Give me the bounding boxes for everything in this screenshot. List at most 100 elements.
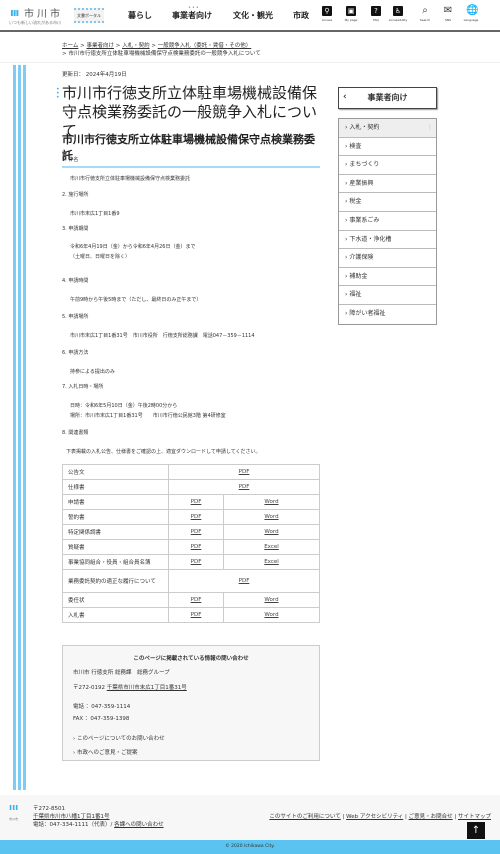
sidebar-item[interactable]: › まちづくり [339,156,436,175]
section-text: 下表掲載の入札公告、仕様書をご確認の上、適宜ダウンロードして申請してください。 [66,449,261,455]
search-icon: ⌕ [422,5,428,16]
faq-icon: ? [371,6,381,16]
download-word-link[interactable]: Word [264,529,278,535]
contact-address-link[interactable]: 千葉県市川市末広1丁目1番31号 [107,685,187,691]
download-pdf-link[interactable]: PDF [191,529,202,535]
section-text: 場所：市川市末広1丁目1番31号 市川市行徳公民館3階 第4研修室 [70,413,226,419]
section-text: （土曜日、日曜日を除く） [70,254,131,260]
logo-name[interactable]: 市川市 [24,5,63,20]
section-heading: 2. 施行場所 [62,192,89,198]
contact-opinion-link[interactable]: › 市政へのご意見・ご提案 [73,748,137,756]
contact-opinion-link-label[interactable]: 市政へのご意見・ご提案 [77,750,138,756]
download-pdf-link[interactable]: PDF [191,612,202,618]
document-label: 質疑書 [62,539,169,555]
sns-label: SNS [444,18,452,22]
download-excel-link[interactable]: Excel [264,559,279,565]
sidebar-item-label: 障がい者福祉 [349,309,386,317]
download-pdf-link[interactable]: PDF [239,484,250,490]
sidebar-item[interactable]: › 入札・契約 ⋮ [339,119,436,138]
table-row: 特定関係調書 PDF Word [62,524,320,540]
section-heading: 3. 申請期間 [62,226,89,232]
document-cell: PDF [168,524,224,540]
footer-link-accessibility[interactable]: Web アクセシビリティ [346,814,403,820]
contact-fax: FAX ：047-359-1398 [73,716,130,722]
footer-link-sitemap[interactable]: サイトマップ [458,814,491,820]
download-excel-link[interactable]: Excel [264,544,279,550]
sidebar-item[interactable]: › 税金 [339,193,436,212]
document-cell: Word [223,524,320,540]
sidebar-item[interactable]: › 産業振興 [339,175,436,194]
documents-table: 公告文 PDF 仕様書 PDF 申請書 PDF Word 誓約書 PDF Word 特定関係調書 PD… [62,464,320,623]
download-pdf-link[interactable]: PDF [191,559,202,565]
accessibility-label: Accessibility [388,18,408,22]
section-text: 市川市行徳支所立体駐車場機械設備保守点検業務委託 [70,176,191,182]
sns-icon: ✉ [443,5,453,16]
contact-page-link[interactable]: › このページについてのお問い合わせ [73,734,165,742]
sidebar-item[interactable]: › 下水道・浄化槽 [339,231,436,250]
more-icon[interactable]: ⋮ [427,119,433,137]
sidebar-heading[interactable]: ‹ 事業者向け [338,87,437,109]
document-label: 申請書 [62,494,169,510]
footer-postal: 〒272-8501 [33,806,65,812]
language-button[interactable]: 🌐 Language [461,5,481,23]
download-word-link[interactable]: Word [264,612,278,618]
language-icon: 🌐 [466,5,479,16]
footer-link-feedback[interactable]: ご意見・お問合せ [409,814,453,820]
back-to-top-button[interactable]: ↑ [467,822,485,839]
document-label: 公告文 [62,464,169,480]
contact-tel: 電話 ：047-359-1114 [73,704,131,710]
title-marker-icon: • • • [56,86,60,101]
download-pdf-link[interactable]: PDF [191,544,202,550]
document-label: 特定関係調書 [62,524,169,540]
download-pdf-link[interactable]: PDF [191,514,202,520]
section-text: 市川市末広1丁目1番31号 市川市役所 行徳支所総務課 電話047－359－11… [70,333,255,339]
nav-living[interactable]: 暮らし [128,10,152,21]
mypage-label: My page [344,18,358,22]
portal-button[interactable]: 文書ポータル [74,8,104,23]
document-cell: Word [223,494,320,510]
faq-button[interactable]: ? FAQ [366,6,386,22]
sidebar-item[interactable]: › 補助金 [339,268,436,287]
document-cell: PDF [168,539,224,555]
contact-page-link-label[interactable]: このページについてのお問い合わせ [77,736,165,742]
table-row: 申請書 PDF Word [62,494,320,510]
table-row: 公告文 PDF [62,464,320,480]
footer-tel: 電話：047-334-1111（代表）/ [33,822,113,828]
sidebar-item[interactable]: › 事業系ごみ [339,212,436,231]
nav-business[interactable]: 事業者向け [172,10,212,21]
document-cell: Excel [223,539,320,555]
section-text: 日時：令和6年5月10日（金）午後2時00分から [70,403,178,409]
access-icon: ⚲ [322,6,332,16]
download-word-link[interactable]: Word [264,514,278,520]
document-cell: PDF [168,494,224,510]
sidebar-item[interactable]: › 介護保険 [339,249,436,268]
download-word-link[interactable]: Word [264,597,278,603]
contact-postal: 〒272-0192 [73,685,105,691]
back-chevron-icon[interactable]: ‹ [343,88,347,107]
access-button[interactable]: ⚲ Access [317,6,337,22]
download-word-link[interactable]: Word [264,499,278,505]
sidebar-item[interactable]: › 障がい者福祉 [339,305,436,324]
download-pdf-link[interactable]: PDF [239,469,250,475]
document-cell: PDF [168,509,224,525]
footer-link-terms[interactable]: このサイトのご利用について [269,814,340,820]
footer-address-link[interactable]: 千葉県市川市八幡1丁目1番1号 [33,812,110,820]
download-pdf-link[interactable]: PDF [239,578,250,584]
sidebar-item[interactable]: › 福祉 [339,286,436,305]
contact-heading: このページに掲載されている情報の問い合わせ [133,656,249,662]
search-button[interactable]: ⌕ Search [415,5,435,23]
sidebar-item[interactable]: › 検査 [339,138,436,157]
sns-button[interactable]: ✉ SNS [438,5,458,23]
download-pdf-link[interactable]: PDF [191,499,202,505]
footer-contact-link[interactable]: 各課への問い合わせ [114,822,164,828]
mypage-button[interactable]: ▣ My page [341,6,361,22]
breadcrumb-current-row: > 市川市行徳支所立体駐車場機械設備保守点検業務委託の一般競争入札について [62,51,261,57]
nav-city[interactable]: 市政 [293,10,309,21]
logo-tagline: いつも新しい流れがある市川 [9,20,61,25]
nav-culture[interactable]: 文化・観光 [233,10,273,21]
logo-mark-icon[interactable]: ııı [10,6,19,19]
section-text: 午前9時から午後5時まで（ただし、最終日のみ正午まで） [70,297,202,303]
download-pdf-link[interactable]: PDF [191,597,202,603]
accessibility-button[interactable]: ♿ Accessibility [388,6,408,22]
table-row: 事業協同組合・役員・組合員名簿 PDF Excel [62,554,320,570]
